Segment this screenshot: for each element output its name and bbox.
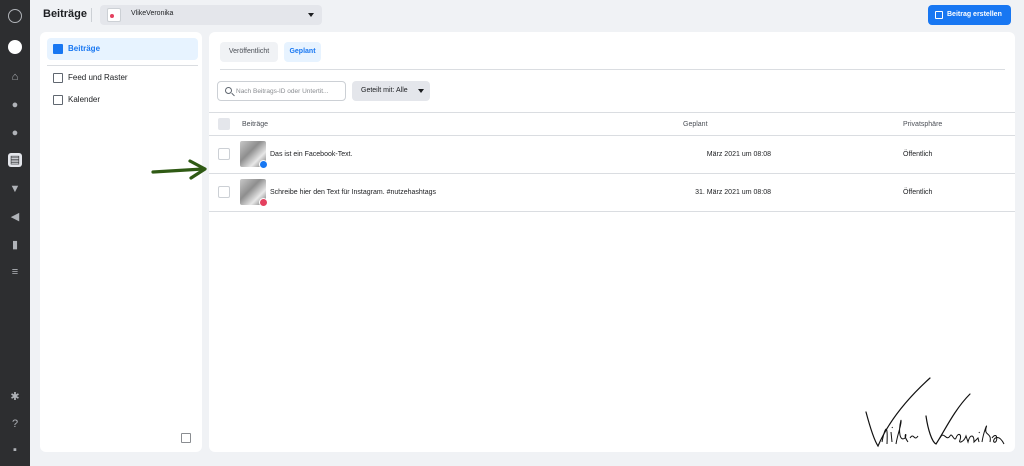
page-title: Beiträge (43, 8, 88, 20)
select-all-checkbox[interactable] (218, 118, 230, 130)
calendar-icon (53, 95, 63, 105)
account-avatar (107, 8, 121, 22)
privacy-value: Öffentlich (903, 151, 933, 158)
chevron-down-icon (418, 89, 424, 93)
facebook-icon (259, 160, 268, 169)
signature-logo (865, 377, 1005, 448)
search-field[interactable] (217, 81, 346, 101)
sidebar-item-label: Beiträge (68, 44, 101, 53)
tab-published[interactable]: Veröffentlicht (220, 42, 278, 62)
annotation-arrow (151, 159, 207, 180)
collapse-sidebar-icon[interactable] (181, 433, 191, 443)
post-text[interactable]: Das ist ein Facebook-Text. (270, 151, 352, 158)
top-bar: Beiträge VlikeVeronika Beitrag erstellen (30, 0, 1024, 30)
instagram-icon (259, 198, 268, 207)
search-input[interactable] (236, 85, 342, 97)
privacy-value: Öffentlich (903, 189, 933, 196)
tab-divider (220, 69, 1005, 70)
create-post-label: Beitrag erstellen (947, 11, 1002, 18)
tab-scheduled[interactable]: Geplant (284, 42, 321, 62)
table-row[interactable]: Schreibe hier den Text für Instagram. #n… (209, 174, 1015, 212)
menu-icon[interactable]: ≡ (8, 265, 22, 279)
ads-icon[interactable]: ◀ (8, 210, 22, 224)
table-row[interactable]: Das ist ein Facebook-Text. März 2021 um … (209, 136, 1015, 174)
posts-icon (53, 44, 63, 54)
table-header: Beiträge Geplant Privatsphäre (209, 112, 1015, 136)
help-icon[interactable]: ? (8, 417, 22, 431)
content-sidebar: Beiträge Feed und Raster Kalender (40, 32, 202, 452)
sidebar-item-posts[interactable]: Beiträge (47, 38, 198, 60)
filter-label: Geteilt mit: Alle (361, 87, 408, 94)
column-header-privacy[interactable]: Privatsphäre (903, 121, 942, 128)
settings-icon[interactable]: ✱ (8, 390, 22, 404)
sidebar-divider (47, 65, 198, 66)
sidebar-item-label: Kalender (68, 95, 101, 104)
chevron-down-icon (308, 13, 314, 17)
activity-icon[interactable]: ● (8, 126, 22, 140)
meta-logo-icon[interactable] (8, 9, 22, 23)
shared-with-filter[interactable]: Geteilt mit: Alle (352, 81, 430, 101)
search-icon (225, 87, 232, 94)
home-icon[interactable]: ⌂ (8, 70, 22, 84)
avatar[interactable] (8, 40, 22, 54)
create-post-button[interactable]: Beitrag erstellen (928, 5, 1011, 25)
row-checkbox[interactable] (218, 148, 230, 160)
scheduled-time: März 2021 um 08:08 (706, 151, 771, 158)
post-text[interactable]: Schreibe hier den Text für Instagram. #n… (270, 189, 436, 196)
left-rail: ⌂ ● ● ▤ ▼ ◀ ▮ ≡ ✱ ? ▪ (0, 0, 30, 466)
account-selector[interactable]: VlikeVeronika (100, 5, 322, 25)
row-checkbox[interactable] (218, 186, 230, 198)
feedback-icon[interactable]: ▪ (8, 443, 22, 457)
sidebar-item-feed[interactable]: Feed und Raster (47, 67, 198, 89)
sidebar-item-calendar[interactable]: Kalender (47, 89, 198, 111)
column-header-posts[interactable]: Beiträge (242, 121, 268, 128)
sidebar-item-label: Feed und Raster (68, 73, 128, 82)
title-divider (91, 8, 92, 22)
content-icon[interactable]: ▤ (8, 153, 22, 167)
notifications-icon[interactable]: ● (8, 98, 22, 112)
insights-icon[interactable]: ▮ (8, 238, 22, 252)
edit-icon (935, 11, 943, 19)
column-header-scheduled[interactable]: Geplant (683, 121, 708, 128)
scheduled-time: 31. März 2021 um 08:08 (695, 189, 771, 196)
feed-icon (53, 73, 63, 83)
account-name: VlikeVeronika (131, 10, 174, 17)
shop-icon[interactable]: ▼ (8, 182, 22, 196)
